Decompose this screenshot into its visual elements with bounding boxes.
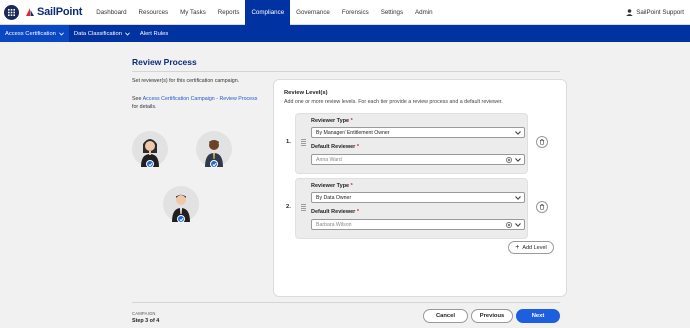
step-indicator: Step 3 of 4 xyxy=(132,318,160,324)
delete-tier-button[interactable] xyxy=(536,136,548,148)
top-navigation-bar: SailPoint Dashboard Resources My Tasks R… xyxy=(0,0,690,25)
nav-admin[interactable]: Admin xyxy=(409,0,439,25)
delete-tier-button[interactable] xyxy=(536,201,548,213)
user-icon xyxy=(626,9,633,16)
subnav-label: Data Classification xyxy=(73,30,122,37)
default-reviewer-select[interactable]: Barbara Wilson xyxy=(311,219,525,230)
see-suffix: for details. xyxy=(132,103,157,110)
chevron-down-icon xyxy=(515,158,521,162)
selected-value: Anna Ward xyxy=(316,156,342,163)
see-details-text: See Access Certification Campaign - Revi… xyxy=(132,96,267,111)
selected-check-badge xyxy=(210,160,218,168)
subnav-label: Access Certification xyxy=(5,30,56,37)
trash-icon xyxy=(540,204,544,210)
main-nav: Dashboard Resources My Tasks Reports Com… xyxy=(90,0,438,25)
review-levels-card: Review Level(s) Add one or more review l… xyxy=(273,79,567,297)
nav-settings[interactable]: Settings xyxy=(375,0,409,25)
cancel-button[interactable]: Cancel xyxy=(423,309,468,323)
plus-icon: + xyxy=(515,244,520,251)
reviewer-type-label: Reviewer Type * xyxy=(311,118,353,124)
trash-icon xyxy=(540,139,544,145)
reviewer-type-select[interactable]: By Data Owner xyxy=(311,192,525,203)
sailpoint-logo[interactable]: SailPoint xyxy=(25,6,82,18)
default-reviewer-select[interactable]: Anna Ward xyxy=(311,154,525,165)
see-prefix: See xyxy=(132,96,143,102)
page-title: Review Process xyxy=(132,57,197,67)
secondary-navigation-bar: Access Certification Data Classification… xyxy=(0,25,690,42)
chevron-down-icon xyxy=(59,31,64,36)
title-divider xyxy=(132,71,560,72)
check-icon xyxy=(211,162,217,166)
subnav-data-classification[interactable]: Data Classification xyxy=(69,25,135,42)
campaign-label: CAMPAIGN xyxy=(132,311,156,316)
chevron-down-icon xyxy=(515,223,521,227)
intro-text: Set reviewer(s) for this certification c… xyxy=(132,78,240,84)
default-reviewer-label: Default Reviewer * xyxy=(311,209,359,215)
sailpoint-logo-icon xyxy=(26,8,34,16)
app-launcher-button[interactable] xyxy=(4,4,19,20)
nav-resources[interactable]: Resources xyxy=(133,0,175,25)
card-subtitle: Add one or more review levels. For each … xyxy=(284,99,503,105)
user-menu[interactable]: SailPoint Support xyxy=(626,0,684,25)
tier-number: 1. xyxy=(286,139,291,145)
chevron-down-icon xyxy=(515,131,521,135)
chevron-down-icon xyxy=(125,31,130,36)
subnav-access-certification[interactable]: Access Certification xyxy=(0,25,69,42)
selected-value: By Manager/ Entitlement Owner xyxy=(316,129,390,136)
add-level-label: Add Level xyxy=(522,244,547,251)
user-name: SailPoint Support xyxy=(636,9,684,16)
subnav-alert-rules[interactable]: Alert Rules xyxy=(135,25,173,42)
previous-button[interactable]: Previous xyxy=(471,309,513,323)
check-icon xyxy=(178,217,184,221)
review-tier-1: Reviewer Type * By Manager/ Entitlement … xyxy=(295,113,528,174)
review-process-link[interactable]: Access Certification Campaign - Review P… xyxy=(143,96,258,102)
selected-check-badge xyxy=(146,160,154,168)
chevron-down-icon xyxy=(515,196,521,200)
drag-handle-icon[interactable] xyxy=(301,139,306,146)
card-title: Review Level(s) xyxy=(284,90,328,96)
nav-forensics[interactable]: Forensics xyxy=(336,0,375,25)
add-level-button[interactable]: + Add Level xyxy=(508,241,554,254)
reviewer-type-select[interactable]: By Manager/ Entitlement Owner xyxy=(311,127,525,138)
selected-value: Barbara Wilson xyxy=(316,221,352,228)
grid-icon xyxy=(8,8,15,16)
brand-name: SailPoint xyxy=(37,6,83,18)
clear-icon[interactable] xyxy=(506,222,512,228)
reviewer-type-label: Reviewer Type * xyxy=(311,183,353,189)
default-reviewer-label: Default Reviewer * xyxy=(311,144,359,150)
footer-divider xyxy=(132,302,560,303)
selected-check-badge xyxy=(177,215,185,223)
nav-dashboard[interactable]: Dashboard xyxy=(90,0,132,25)
review-tier-2: Reviewer Type * By Data Owner Default Re… xyxy=(295,178,528,239)
tier-number: 2. xyxy=(286,204,291,210)
drag-handle-icon[interactable] xyxy=(301,204,306,211)
nav-my-tasks[interactable]: My Tasks xyxy=(174,0,212,25)
nav-reports[interactable]: Reports xyxy=(212,0,246,25)
next-button[interactable]: Next xyxy=(516,309,560,323)
check-icon xyxy=(147,162,153,166)
selected-value: By Data Owner xyxy=(316,194,352,201)
nav-governance[interactable]: Governance xyxy=(290,0,336,25)
clear-icon[interactable] xyxy=(506,157,512,163)
nav-compliance[interactable]: Compliance xyxy=(245,0,291,25)
